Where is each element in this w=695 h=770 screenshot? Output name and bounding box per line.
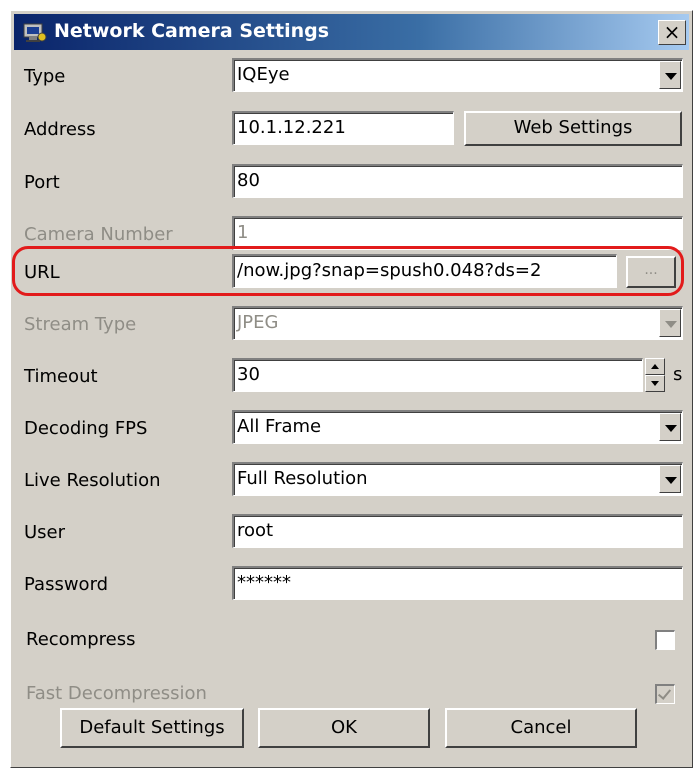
url-browse-button[interactable]: ... <box>626 256 676 288</box>
stream-type-select: JPEG <box>232 306 683 340</box>
chevron-down-icon[interactable] <box>659 465 681 493</box>
spin-down-icon[interactable] <box>645 375 665 392</box>
recompress-label: Recompress <box>26 629 136 650</box>
close-button[interactable]: × <box>658 20 686 45</box>
type-value: IQEye <box>237 64 290 85</box>
url-field[interactable]: /now.jpg?snap=spush0.048?ds=2 <box>232 254 617 288</box>
user-label: User <box>24 522 66 543</box>
fast-decompression-checkbox <box>655 684 675 704</box>
address-label: Address <box>24 119 96 140</box>
live-resolution-value: Full Resolution <box>237 468 368 489</box>
spin-up-icon[interactable] <box>645 358 665 375</box>
chevron-down-icon[interactable] <box>659 61 681 89</box>
cancel-button[interactable]: Cancel <box>445 708 637 748</box>
timeout-spinner[interactable] <box>645 358 665 392</box>
fast-decompression-label: Fast Decompression <box>26 683 207 704</box>
web-settings-button[interactable]: Web Settings <box>464 111 682 146</box>
default-settings-button[interactable]: Default Settings <box>60 708 244 748</box>
decoding-fps-label: Decoding FPS <box>24 418 148 439</box>
type-label: Type <box>24 66 66 87</box>
address-field[interactable]: 10.1.12.221 <box>232 111 454 145</box>
title-bar[interactable]: Network Camera Settings <box>14 14 689 50</box>
port-field[interactable]: 80 <box>232 164 683 198</box>
camera-app-icon <box>23 23 47 42</box>
stream-type-label: Stream Type <box>24 314 137 335</box>
chevron-down-icon[interactable] <box>659 413 681 441</box>
url-label: URL <box>24 262 60 283</box>
chevron-down-icon <box>659 309 681 337</box>
password-label: Password <box>24 574 109 595</box>
camera-number-field: 1 <box>232 216 683 250</box>
user-field[interactable]: root <box>232 514 683 548</box>
timeout-label: Timeout <box>24 366 98 387</box>
stream-type-value: JPEG <box>237 312 279 333</box>
ok-button[interactable]: OK <box>258 708 430 748</box>
decoding-fps-value: All Frame <box>237 416 322 437</box>
timeout-field[interactable]: 30 <box>232 358 643 392</box>
decoding-fps-select[interactable]: All Frame <box>232 410 683 444</box>
port-label: Port <box>24 172 60 193</box>
camera-number-label: Camera Number <box>24 224 173 245</box>
live-resolution-label: Live Resolution <box>24 470 161 491</box>
live-resolution-select[interactable]: Full Resolution <box>232 462 683 496</box>
recompress-checkbox[interactable] <box>655 630 675 650</box>
type-select[interactable]: IQEye <box>232 58 683 92</box>
timeout-unit: s <box>673 364 683 385</box>
dialog-title: Network Camera Settings <box>54 20 330 42</box>
password-field[interactable]: ****** <box>232 566 683 600</box>
